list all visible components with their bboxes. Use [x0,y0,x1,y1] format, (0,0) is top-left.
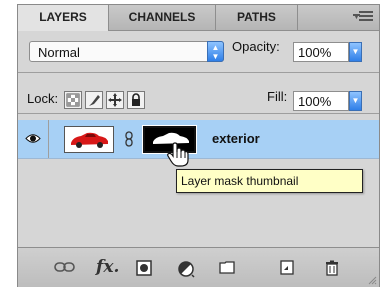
opacity-field[interactable]: 100% [293,42,349,62]
lock-all-padlock-icon[interactable] [127,91,145,109]
tab-layers[interactable]: LAYERS [18,5,109,31]
panel-menu-icon[interactable]: ▼ [353,11,373,23]
fill-value: 100% [298,94,332,109]
new-group-folder-icon[interactable] [219,260,235,274]
eye-icon [25,134,41,143]
lock-label: Lock: [27,91,59,106]
fill-label: Fill: [267,89,288,104]
tab-paths[interactable]: PATHS [216,5,298,30]
red-car-thumbnail-icon [71,132,108,148]
tab-channels[interactable]: CHANNELS [109,5,216,30]
fill-field[interactable]: 100% [293,91,349,111]
visibility-toggle[interactable] [18,120,49,158]
link-layers-icon[interactable] [54,260,76,274]
mask-link-chain-icon[interactable] [124,131,134,147]
hand-cursor-icon [167,142,189,167]
fx-icon[interactable]: fx. [96,257,119,277]
adjustment-layer-icon[interactable] [177,260,195,278]
new-layer-icon[interactable] [280,260,294,275]
resize-grip-icon[interactable] [367,275,377,285]
blend-mode-value: Normal [38,45,80,60]
tooltip: Layer mask thumbnail [176,169,363,193]
bottom-toolbar: fx. [18,247,379,287]
fill-slider-arrow-icon[interactable]: ▼ [349,91,362,111]
select-arrows-icon: ▲ ▼ [207,41,224,62]
lock-pixels-brush-icon[interactable] [85,91,103,109]
lock-transparent-icon[interactable] [64,91,82,109]
lock-position-move-icon[interactable] [106,91,124,109]
trash-icon[interactable] [325,260,339,276]
opacity-value: 100% [298,45,332,60]
layer-row-exterior[interactable]: exterior [18,120,379,159]
layers-panel: LAYERS CHANNELS PATHS ▼ Normal ▲ ▼ Opacit… [17,4,380,287]
opacity-label: Opacity: [232,39,280,54]
divider [18,72,379,73]
layer-name[interactable]: exterior [212,131,260,146]
layer-image-thumbnail[interactable] [64,126,114,153]
tab-bar: LAYERS CHANNELS PATHS ▼ [18,5,379,31]
opacity-slider-arrow-icon[interactable]: ▼ [349,42,362,62]
add-mask-icon[interactable] [136,260,152,276]
blend-mode-select[interactable]: Normal ▲ ▼ [29,41,224,62]
